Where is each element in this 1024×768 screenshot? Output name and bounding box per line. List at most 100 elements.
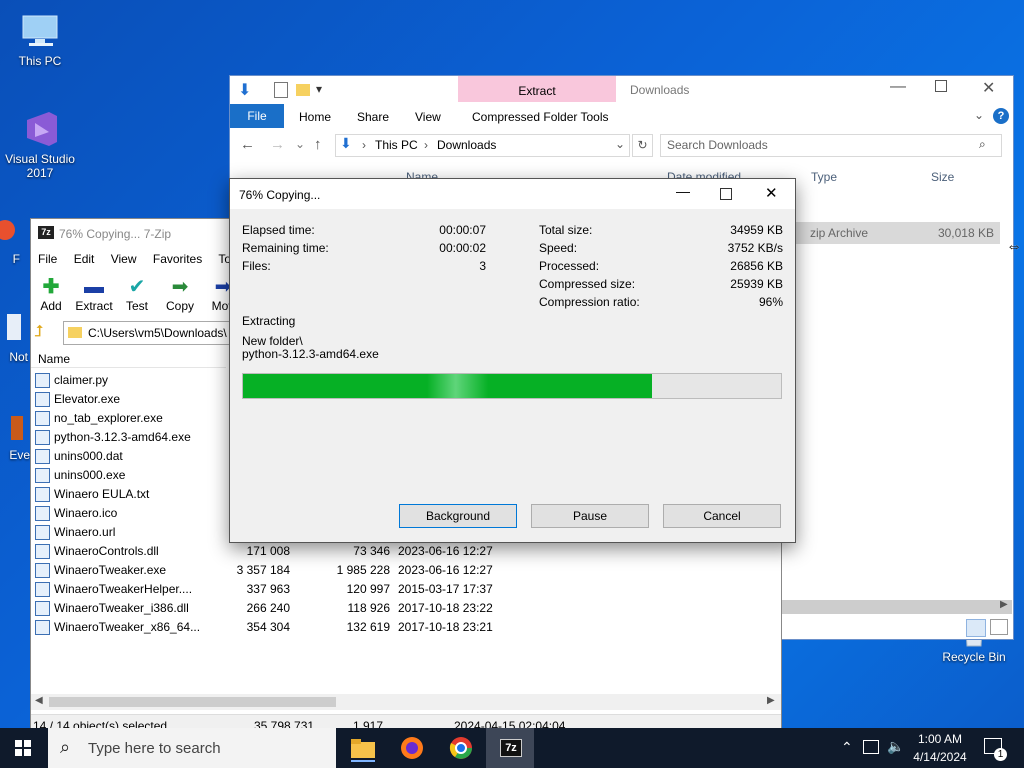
scroll-left-arrow[interactable]: ◀ — [35, 695, 43, 706]
scroll-right-arrow[interactable]: ▶ — [767, 695, 775, 706]
close-icon[interactable]: ✕ — [982, 78, 995, 98]
breadcrumb-this-pc[interactable]: This PC — [375, 138, 418, 152]
path-field[interactable]: C:\Users\vm5\Downloads\ — [63, 321, 235, 345]
copy-progress-dialog[interactable]: 76% Copying... — ✕ Elapsed time: 00:00:0… — [229, 178, 796, 543]
large-icons-view-icon[interactable] — [990, 619, 1008, 635]
up-arrow-icon[interactable]: ↑ — [314, 136, 322, 153]
explorer-quick-access-toolbar: ⬇ ▾ — [234, 80, 354, 102]
cancel-button[interactable]: Cancel — [663, 504, 781, 528]
desktop-icon-this-pc[interactable]: This PC — [0, 10, 80, 68]
file-row[interactable]: WinaeroTweaker_i386.dll 266 240 118 926 201… — [35, 599, 780, 618]
taskbar-search-box[interactable]: ⌕ Type here to search — [48, 728, 336, 768]
chevron-down-icon[interactable]: ⌄ — [974, 108, 984, 122]
file-type: zip Archive — [810, 226, 869, 240]
file-name: Winaero EULA.txt — [54, 487, 150, 501]
minimize-icon[interactable]: — — [676, 183, 690, 199]
column-header-name[interactable]: Name — [38, 352, 70, 366]
file-row[interactable]: WinaeroTweaker.exe 3 357 184 1 985 228 2023… — [35, 561, 780, 580]
network-icon[interactable] — [863, 740, 879, 754]
recent-locations-icon[interactable]: ⌄ — [295, 137, 305, 151]
desktop-icon-partial-not[interactable]: Not — [0, 310, 28, 364]
column-header-type[interactable]: Type — [811, 170, 837, 184]
clock-time[interactable]: 1:00 AM — [915, 732, 965, 746]
chevron-up-icon[interactable]: ⌃ — [841, 739, 853, 756]
visual-studio-icon — [19, 108, 61, 150]
forward-arrow-icon[interactable]: → — [270, 136, 285, 153]
folder-icon[interactable] — [296, 84, 310, 96]
maximize-icon[interactable] — [720, 188, 732, 200]
menu-view[interactable]: View — [111, 252, 137, 266]
ribbon-tab-file[interactable]: File — [230, 104, 284, 128]
files-label: Files: — [242, 259, 271, 273]
taskbar-search-input[interactable]: Type here to search — [88, 740, 221, 757]
desktop-icon-visual-studio[interactable]: Visual Studio 2017 — [0, 108, 80, 180]
add-button[interactable]: ✚ Add — [29, 275, 73, 313]
windows-start-icon[interactable] — [15, 740, 31, 756]
extract-button[interactable]: ▬ Extract — [72, 275, 116, 313]
search-input[interactable]: Search Downloads — [667, 138, 768, 152]
plus-icon: ✚ — [42, 276, 60, 298]
menu-favorites[interactable]: Favorites — [153, 252, 202, 266]
properties-icon[interactable] — [274, 82, 288, 98]
mouse-cursor: ⇔ — [1006, 238, 1022, 255]
file-packed-size: 120 997 — [346, 582, 390, 596]
refresh-icon[interactable]: ↻ — [632, 134, 653, 157]
path-input[interactable]: C:\Users\vm5\Downloads\ — [88, 326, 227, 340]
ribbon-tab-compressed-folder-tools[interactable]: Compressed Folder Tools — [472, 110, 609, 124]
file-row[interactable]: WinaeroTweaker_x86_64... 354 304 132 619 20… — [35, 618, 780, 637]
search-icon[interactable]: ⌕ — [979, 137, 986, 152]
menu-edit[interactable]: Edit — [74, 252, 95, 266]
ribbon-tab-view[interactable]: View — [415, 110, 441, 124]
scroll-right-arrow[interactable]: ▶ — [1000, 599, 1008, 610]
taskbar: ⌕ Type here to search 7z ⌃ 🔈 1:00 AM 4/1… — [0, 728, 1024, 768]
window-title: Downloads — [630, 83, 690, 97]
background-button[interactable]: Background — [399, 504, 517, 528]
chevron-down-icon[interactable]: ⌄ — [615, 137, 625, 151]
speaker-muted-icon[interactable]: 🔈 — [887, 738, 904, 755]
horizontal-scrollbar[interactable] — [780, 600, 1012, 614]
desktop-icon-partial-f[interactable]: F — [0, 210, 20, 266]
details-view-icon[interactable] — [966, 619, 986, 637]
file-name: Winaero.url — [54, 525, 116, 539]
maximize-icon[interactable] — [935, 80, 947, 92]
close-icon[interactable]: ✕ — [765, 184, 778, 202]
chrome-taskbar-icon[interactable] — [446, 734, 476, 762]
breadcrumb-downloads[interactable]: Downloads — [437, 138, 496, 152]
minimize-icon[interactable]: — — [890, 78, 906, 96]
file-row-selected[interactable]: zip Archive 30,018 KB — [795, 222, 1000, 244]
clock-date[interactable]: 4/14/2024 — [910, 750, 970, 764]
test-button[interactable]: ✔ Test — [115, 275, 159, 313]
desktop-icon-partial-eve[interactable]: Eve — [0, 410, 30, 462]
menu-file[interactable]: File — [38, 252, 57, 266]
file-size: 30,018 KB — [937, 226, 994, 240]
desktop-icon-label: F — [12, 252, 20, 266]
file-row[interactable]: WinaeroTweakerHelper.... 337 963 120 997 20… — [35, 580, 780, 599]
ribbon-context-tab[interactable]: Extract — [458, 76, 616, 102]
file-size: 266 240 — [246, 601, 290, 615]
firefox-taskbar-icon[interactable] — [397, 734, 427, 762]
ribbon-tab-share[interactable]: Share — [357, 110, 389, 124]
computer-icon — [19, 10, 61, 52]
chevron-down-icon[interactable]: ▾ — [316, 82, 322, 96]
download-folder-icon: ⬇ — [340, 135, 352, 151]
up-folder-icon[interactable]: ⮥ — [34, 323, 43, 341]
address-bar[interactable]: ⬇ › This PC › Downloads ⌄ — [335, 134, 630, 157]
back-arrow-icon[interactable]: ← — [240, 136, 255, 153]
file-modified: 2015-03-17 17:37 — [398, 582, 493, 596]
down-arrow-icon[interactable]: ⬇ — [238, 80, 251, 100]
file-size: 354 304 — [246, 620, 290, 634]
scroll-thumb[interactable] — [49, 697, 336, 707]
file-icon — [35, 563, 50, 579]
file-row[interactable]: WinaeroControls.dll 171 008 73 346 2023-06-… — [35, 542, 780, 561]
file-icon — [35, 601, 50, 617]
search-box[interactable]: Search Downloads ⌕ — [660, 134, 1002, 157]
help-icon[interactable]: ? — [993, 108, 1009, 124]
ribbon-tab-home[interactable]: Home — [299, 110, 331, 124]
pause-button[interactable]: Pause — [531, 504, 649, 528]
file-explorer-taskbar-icon[interactable] — [348, 734, 378, 762]
horizontal-scrollbar[interactable]: ◀ ▶ — [31, 694, 781, 710]
sevenzip-taskbar-icon[interactable]: 7z — [486, 728, 534, 768]
file-icon — [35, 411, 50, 427]
copy-button[interactable]: ➡ Copy — [158, 275, 202, 313]
column-header-size[interactable]: Size — [931, 170, 954, 184]
